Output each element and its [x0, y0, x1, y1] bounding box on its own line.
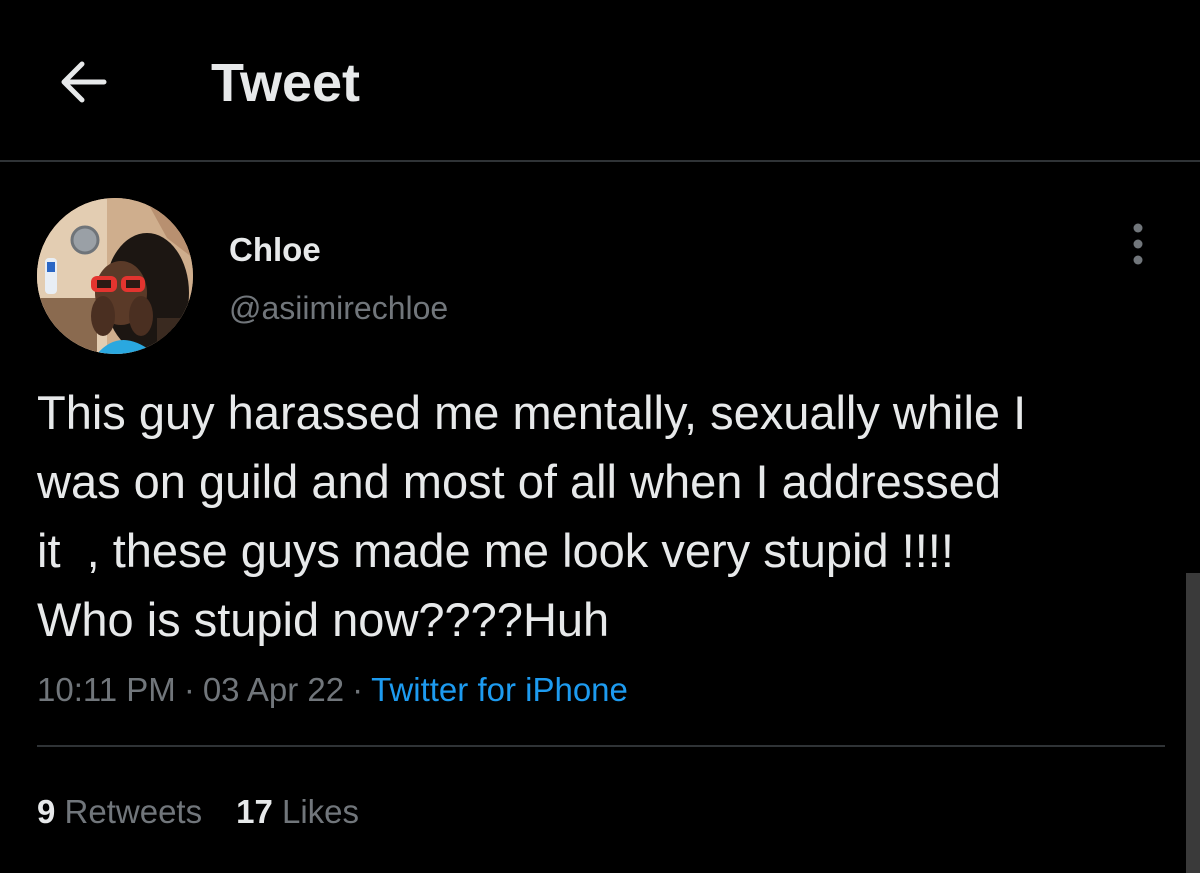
- back-arrow-icon: [56, 58, 108, 111]
- divider: [37, 745, 1165, 747]
- tweet-source-link[interactable]: Twitter for iPhone: [371, 671, 628, 708]
- avatar[interactable]: [37, 198, 193, 354]
- meta-separator: ·: [352, 671, 364, 708]
- retweets-stat[interactable]: 9 Retweets: [37, 790, 202, 834]
- likes-count: 17: [236, 793, 273, 830]
- meta-separator: ·: [183, 671, 195, 708]
- likes-label: Likes: [281, 793, 360, 830]
- author-display-name[interactable]: Chloe: [229, 228, 321, 272]
- more-vertical-icon: [1132, 222, 1144, 271]
- tweet-time[interactable]: 10:11 PM: [37, 671, 176, 708]
- author-handle[interactable]: @asiimirechloe: [229, 286, 448, 330]
- tweet-text: This guy harassed me mentally, sexually …: [37, 386, 1027, 646]
- retweets-count: 9: [37, 793, 56, 830]
- back-button[interactable]: [52, 54, 112, 114]
- tweet-date[interactable]: 03 Apr 22: [203, 671, 344, 708]
- tweet-stats: 9 Retweets 17 Likes: [37, 790, 359, 834]
- scrollbar[interactable]: [1186, 573, 1200, 873]
- more-options-button[interactable]: [1118, 222, 1158, 270]
- avatar-photo: [37, 198, 193, 354]
- top-bar: Tweet: [0, 0, 1200, 162]
- tweet-metadata: 10:11 PM · 03 Apr 22 · Twitter for iPhone: [37, 668, 628, 712]
- page-title: Tweet: [211, 53, 361, 113]
- retweets-label: Retweets: [64, 793, 203, 830]
- likes-stat[interactable]: 17 Likes: [236, 790, 359, 834]
